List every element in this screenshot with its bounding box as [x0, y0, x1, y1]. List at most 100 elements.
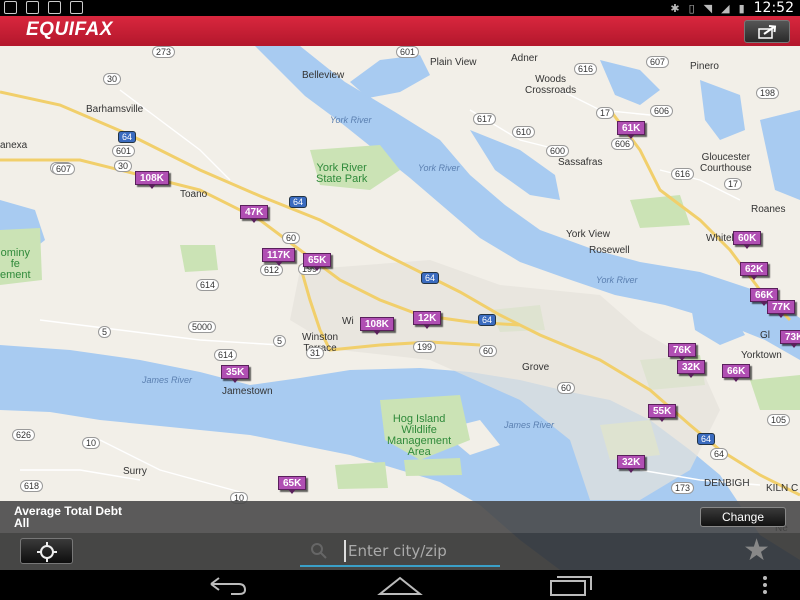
locate-button[interactable]: [20, 538, 73, 564]
signal-icon: ◢: [721, 1, 730, 15]
interstate-shield: 64: [421, 272, 440, 284]
home-icon[interactable]: [376, 574, 424, 596]
route-shield: 601: [396, 46, 420, 58]
change-button[interactable]: Change: [700, 507, 786, 527]
equifax-logo: EQUIFAX: [26, 19, 113, 40]
place-label: Belleview: [302, 70, 345, 81]
place-label: Gloucester Courthouse: [700, 152, 752, 174]
favorite-star-icon[interactable]: ★: [743, 535, 770, 567]
debt-marker[interactable]: 35K: [221, 365, 250, 383]
route-shield: 607: [52, 163, 76, 175]
route-shield: 626: [12, 429, 36, 441]
route-shield: 60: [479, 345, 498, 357]
debt-marker[interactable]: 32K: [617, 455, 646, 473]
place-label: Roanes: [751, 204, 786, 215]
place-label: Surry: [123, 466, 147, 477]
print-icon: [48, 1, 61, 14]
place-label: Jamestown: [222, 386, 273, 397]
app-root: ✱ ▯ ◥ ◢ ▮ 12:52 EQUIFAX Belleview Plain …: [0, 0, 800, 600]
route-shield: 614: [214, 349, 238, 361]
route-shield: 618: [20, 480, 44, 492]
place-label: KILN C: [766, 483, 799, 494]
place-label: Toano: [180, 189, 208, 200]
debt-marker[interactable]: 55K: [648, 404, 677, 422]
route-shield: 5: [98, 326, 112, 338]
search-icon: [311, 543, 327, 559]
route-shield: 601: [112, 145, 136, 157]
debt-marker[interactable]: 12K: [413, 311, 442, 329]
debt-marker[interactable]: 65K: [303, 253, 332, 271]
place-label: Pinero: [690, 61, 719, 72]
route-shield: 607: [646, 56, 670, 68]
route-shield: 60: [557, 382, 576, 394]
interstate-shield: 64: [118, 131, 137, 143]
place-label: Wi: [342, 316, 354, 327]
route-shield: 606: [611, 138, 635, 150]
debt-marker[interactable]: 47K: [240, 205, 269, 223]
debt-marker[interactable]: 60K: [733, 231, 762, 249]
debt-marker[interactable]: 108K: [360, 317, 394, 335]
route-shield: 31: [306, 347, 325, 359]
debt-marker[interactable]: 62K: [740, 262, 769, 280]
route-shield: 60: [282, 232, 301, 244]
route-shield: 173: [671, 482, 695, 494]
place-label: Plain View: [430, 57, 477, 68]
search-input[interactable]: [344, 540, 494, 562]
route-shield: 17: [596, 107, 615, 119]
water-label: York River: [330, 115, 372, 125]
place-label: York View: [566, 229, 610, 240]
place-label: Grove: [522, 362, 550, 373]
route-shield: 600: [546, 145, 570, 157]
debt-marker[interactable]: 108K: [135, 171, 169, 189]
bluetooth-icon: ✱: [670, 1, 680, 15]
route-shield: 606: [650, 105, 674, 117]
place-label: Rosewell: [589, 245, 630, 256]
recent-apps-icon[interactable]: [548, 574, 594, 596]
metric-filter: All: [14, 516, 30, 530]
route-shield: 198: [756, 87, 780, 99]
place-label: Yorktown: [741, 350, 782, 361]
debt-marker[interactable]: 76K: [668, 343, 697, 361]
metric-title: Average Total Debt: [14, 504, 123, 518]
vibrate-icon: ▯: [688, 1, 695, 15]
debt-marker[interactable]: 117K: [262, 248, 296, 266]
route-shield: 64: [710, 448, 729, 460]
debt-marker[interactable]: 65K: [278, 476, 307, 494]
battery-icon: ▮: [738, 1, 745, 15]
debt-map[interactable]: Belleview Plain View Adner Pinero Woods Cross…: [0, 46, 800, 570]
overflow-menu-icon[interactable]: [760, 574, 770, 596]
debt-marker[interactable]: 77K: [767, 300, 796, 318]
route-shield: 5000: [188, 321, 217, 333]
place-label: Sassafras: [558, 157, 603, 168]
route-shield: 30: [114, 160, 133, 172]
debt-marker[interactable]: 73K: [780, 330, 800, 348]
system-icons: ✱ ▯ ◥ ◢ ▮ 12:52: [670, 0, 794, 16]
wifi-icon: ◥: [703, 1, 713, 15]
crosshair-icon: [37, 542, 57, 562]
back-icon[interactable]: [205, 574, 251, 596]
debt-marker[interactable]: 61K: [617, 121, 646, 139]
route-shield: 17: [724, 178, 743, 190]
water-label: James River: [142, 375, 193, 385]
place-label: anexa: [0, 140, 28, 151]
app-header: EQUIFAX: [0, 16, 800, 46]
place-label: Woods Crossroads: [525, 74, 577, 96]
route-shield: 616: [574, 63, 598, 75]
route-shield: 5: [273, 335, 287, 347]
metric-info-bar: Average Total Debt All Change: [0, 501, 800, 533]
route-shield: 199: [413, 341, 437, 353]
clock: 12:52: [753, 0, 794, 16]
android-nav-bar: [0, 570, 800, 600]
place-label: Gl: [760, 330, 770, 341]
share-button[interactable]: [744, 20, 790, 43]
debt-marker[interactable]: 32K: [677, 360, 706, 378]
place-label: Barhamsville: [86, 104, 144, 115]
interstate-shield: 64: [478, 314, 497, 326]
interstate-shield: 64: [289, 196, 308, 208]
park-label: ominy fe ement: [0, 247, 31, 281]
debt-marker[interactable]: 66K: [722, 364, 751, 382]
route-shield: 616: [671, 168, 695, 180]
download-icon: [4, 1, 17, 14]
place-label: Adner: [511, 53, 538, 64]
route-shield: 273: [152, 46, 176, 58]
